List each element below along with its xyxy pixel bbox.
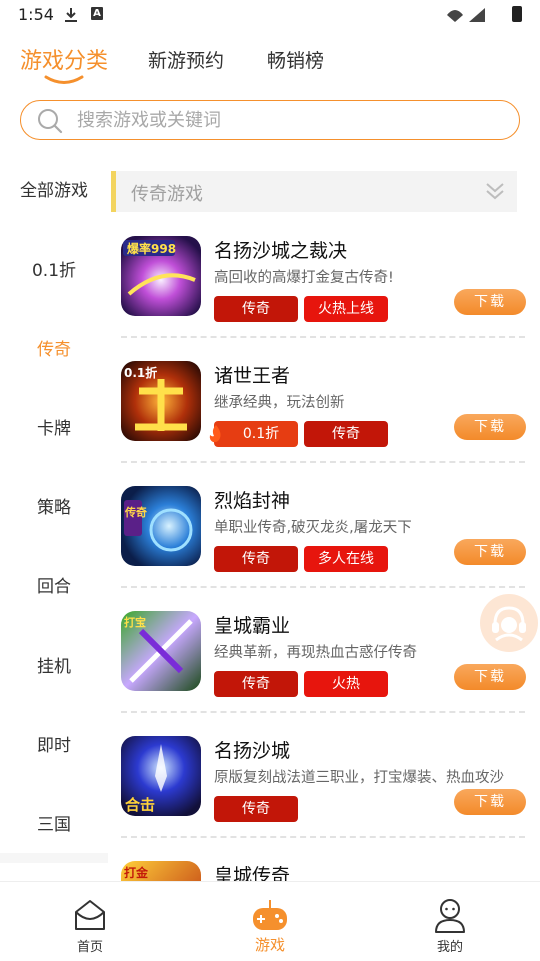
search-bar[interactable] bbox=[20, 100, 520, 140]
game-icon[interactable]: 爆率998 bbox=[121, 236, 201, 316]
game-name: 皇城传奇 bbox=[214, 865, 291, 881]
game-name: 名扬沙城之裁决 bbox=[214, 240, 348, 262]
list-divider bbox=[121, 586, 525, 588]
game-description: 高回收的高爆打金复古传奇! bbox=[214, 270, 394, 286]
list-divider bbox=[121, 336, 525, 338]
nav-games[interactable]: 游戏 bbox=[210, 882, 330, 961]
game-name: 诸世王者 bbox=[214, 365, 291, 387]
search-input[interactable] bbox=[77, 108, 497, 132]
accessibility-icon: A bbox=[91, 7, 103, 20]
game-icon-label: 传奇 bbox=[124, 505, 147, 519]
game-description: 单职业传奇,破灭龙炎,屠龙天下 bbox=[214, 520, 412, 536]
sidebar-bottom-divider bbox=[0, 853, 108, 863]
tag-multiplayer: 多人在线 bbox=[304, 546, 388, 572]
game-icon-label: 爆率998 bbox=[127, 241, 176, 256]
game-name: 烈焰封神 bbox=[214, 490, 291, 512]
game-list-item[interactable]: 传奇 烈焰封神 单职业传奇,破灭龙炎,屠龙天下 传奇 多人在线 下载 bbox=[111, 476, 540, 601]
battery-icon bbox=[512, 6, 522, 22]
tag-hot: 火热 bbox=[304, 671, 388, 697]
category-header-accent-bar bbox=[111, 171, 116, 212]
sidebar-item-three-kingdoms[interactable]: 三国 bbox=[0, 810, 108, 835]
tag-legend: 传奇 bbox=[214, 671, 298, 697]
signal-icon bbox=[447, 10, 463, 22]
download-button[interactable]: 下载 bbox=[454, 789, 526, 815]
active-tab-indicator bbox=[44, 75, 84, 84]
list-divider bbox=[121, 836, 525, 838]
tag-legend: 传奇 bbox=[214, 296, 298, 322]
download-button[interactable]: 下载 bbox=[454, 414, 526, 440]
user-icon bbox=[435, 899, 465, 933]
game-icon[interactable]: 打金 bbox=[121, 861, 201, 881]
nav-home-label: 首页 bbox=[76, 940, 103, 955]
game-list-item[interactable]: 合击 名扬沙城 原版复刻战法道三职业，打宝爆装、热血攻沙 传奇 下载 bbox=[111, 726, 540, 851]
tab-new-game-reservation[interactable]: 新游预约 bbox=[148, 46, 224, 73]
category-title: 传奇游戏 bbox=[131, 184, 203, 205]
tag-hot-launch: 火热上线 bbox=[304, 296, 388, 322]
game-list: 爆率998 名扬沙城之裁决 高回收的高爆打金复古传奇! 传奇 火热上线 下载 0… bbox=[111, 226, 540, 881]
category-sidebar: 全部游戏 0.1折 传奇 卡牌 策略 回合 挂机 即时 三国 bbox=[0, 160, 108, 880]
sidebar-item-real-time[interactable]: 即时 bbox=[0, 731, 108, 756]
double-chevron-down-icon[interactable] bbox=[485, 181, 505, 201]
sidebar-item-all-games[interactable]: 全部游戏 bbox=[0, 176, 108, 201]
download-button[interactable]: 下载 bbox=[454, 539, 526, 565]
download-button[interactable]: 下载 bbox=[454, 664, 526, 690]
sidebar-item-strategy[interactable]: 策略 bbox=[0, 493, 108, 518]
nav-home[interactable]: 首页 bbox=[30, 882, 150, 961]
game-description: 继承经典，玩法创新 bbox=[214, 395, 345, 411]
gamepad-icon bbox=[253, 900, 287, 930]
sidebar-item-discount[interactable]: 0.1折 bbox=[0, 256, 108, 281]
game-icon-label: 打宝 bbox=[124, 615, 146, 629]
game-icon[interactable]: 合击 bbox=[121, 736, 201, 816]
tab-game-categories[interactable]: 游戏分类 bbox=[20, 43, 108, 75]
tag-legend: 传奇 bbox=[214, 796, 298, 822]
game-icon[interactable]: 打宝 bbox=[121, 611, 201, 691]
tab-best-sellers[interactable]: 畅销榜 bbox=[267, 46, 324, 73]
customer-service-button[interactable] bbox=[480, 594, 538, 652]
game-list-item[interactable]: 爆率998 名扬沙城之裁决 高回收的高爆打金复古传奇! 传奇 火热上线 下载 bbox=[111, 226, 540, 351]
game-name: 名扬沙城 bbox=[214, 740, 291, 762]
game-description: 原版复刻战法道三职业，打宝爆装、热血攻沙 bbox=[214, 770, 504, 786]
tag-legend: 传奇 bbox=[304, 421, 388, 447]
game-icon[interactable]: 0.1折 bbox=[121, 361, 201, 441]
tag-legend: 传奇 bbox=[214, 546, 298, 572]
tag-discount: 0.1折 bbox=[214, 421, 298, 447]
game-name: 皇城霸业 bbox=[214, 615, 291, 637]
bottom-navigation: 首页 游戏 我的 bbox=[0, 881, 540, 961]
game-list-item[interactable]: 打金 皇城传奇 bbox=[111, 851, 540, 881]
sidebar-item-card[interactable]: 卡牌 bbox=[0, 414, 108, 439]
top-tab-bar: 游戏分类 新游预约 畅销榜 bbox=[0, 38, 540, 88]
sidebar-item-turn-based[interactable]: 回合 bbox=[0, 572, 108, 597]
download-button[interactable]: 下载 bbox=[454, 289, 526, 315]
status-time: 1:54 bbox=[18, 5, 54, 24]
status-bar: 1:54 A bbox=[0, 0, 540, 30]
nav-mine-label: 我的 bbox=[436, 940, 463, 955]
game-icon[interactable]: 传奇 bbox=[121, 486, 201, 566]
sidebar-item-legend[interactable]: 传奇 bbox=[0, 335, 108, 360]
game-list-item[interactable]: 打宝 皇城霸业 经典革新，再现热血古惑仔传奇 传奇 火热 下载 bbox=[111, 601, 540, 726]
list-divider bbox=[121, 711, 525, 713]
game-list-item[interactable]: 0.1折 诸世王者 继承经典，玩法创新 0.1折 传奇 下载 bbox=[111, 351, 540, 476]
nav-mine[interactable]: 我的 bbox=[390, 882, 510, 961]
nav-games-label: 游戏 bbox=[254, 936, 285, 954]
game-icon-label: 打金 bbox=[124, 865, 149, 880]
wifi-icon bbox=[469, 8, 485, 22]
fire-icon bbox=[209, 425, 221, 443]
list-divider bbox=[121, 461, 525, 463]
search-icon bbox=[38, 109, 63, 134]
headset-icon bbox=[492, 606, 526, 642]
sidebar-item-idle[interactable]: 挂机 bbox=[0, 652, 108, 677]
home-icon bbox=[75, 900, 105, 930]
game-icon-label: 合击 bbox=[124, 796, 155, 814]
category-header[interactable]: 传奇游戏 bbox=[111, 171, 517, 212]
download-icon bbox=[65, 8, 77, 22]
game-icon-label: 0.1折 bbox=[124, 365, 157, 380]
